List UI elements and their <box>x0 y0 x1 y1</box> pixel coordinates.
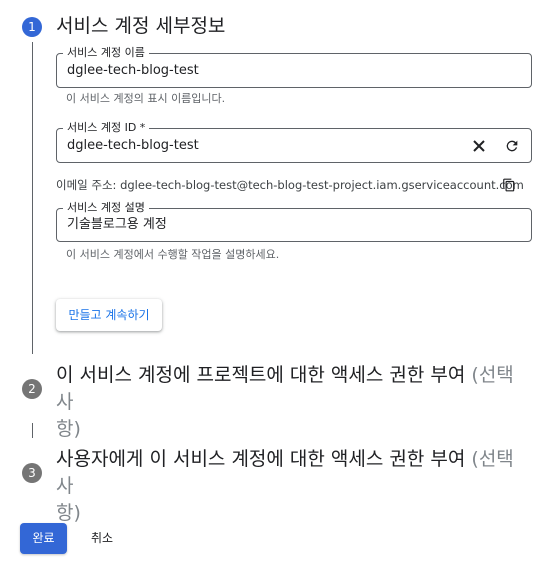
step-2-badge: 2 <box>22 379 42 399</box>
service-account-id-value[interactable]: dglee-tech-blog-test <box>67 129 199 162</box>
step-3-optional-label-cont: 항) <box>56 502 81 524</box>
service-account-description-hint: 이 서비스 계정에서 수행할 작업을 설명하세요. <box>66 248 280 261</box>
step-3-title-text: 사용자에게 이 서비스 계정에 대한 액세스 권한 부여 <box>56 448 472 470</box>
done-button[interactable]: 완료 <box>20 523 67 554</box>
service-account-description-field[interactable]: 서비스 계정 설명 기술블로그용 계정 <box>56 201 532 242</box>
step-connector-1 <box>32 42 33 354</box>
step-2-title[interactable]: 이 서비스 계정에 프로젝트에 대한 액세스 권한 부여 (선택사 항) <box>56 362 526 443</box>
step-connector-2 <box>32 423 33 438</box>
service-account-id-field[interactable]: 서비스 계정 ID * dglee-tech-blog-test <box>56 121 532 163</box>
close-icon[interactable] <box>469 136 489 156</box>
service-account-name-field[interactable]: 서비스 계정 이름 dglee-tech-blog-test <box>56 46 532 88</box>
step-2-title-text: 이 서비스 계정에 프로젝트에 대한 액세스 권한 부여 <box>56 364 472 386</box>
create-and-continue-button[interactable]: 만들고 계속하기 <box>56 299 162 331</box>
step-2-optional-label-cont: 항) <box>56 418 81 440</box>
copy-icon[interactable] <box>499 175 519 195</box>
step-1-badge: 1 <box>22 17 42 37</box>
step-3-title[interactable]: 사용자에게 이 서비스 계정에 대한 액세스 권한 부여 (선택사 항) <box>56 446 526 527</box>
cancel-button[interactable]: 취소 <box>80 523 124 554</box>
service-account-description-value[interactable]: 기술블로그용 계정 <box>67 209 167 241</box>
step-3-badge: 3 <box>22 463 42 483</box>
service-account-name-hint: 이 서비스 계정의 표시 이름입니다. <box>66 92 226 105</box>
service-account-email: 이메일 주소: dglee-tech-blog-test@tech-blog-t… <box>56 178 524 192</box>
step-1-title: 서비스 계정 세부정보 <box>56 15 226 37</box>
refresh-icon[interactable] <box>502 136 522 156</box>
service-account-name-value[interactable]: dglee-tech-blog-test <box>67 54 199 87</box>
